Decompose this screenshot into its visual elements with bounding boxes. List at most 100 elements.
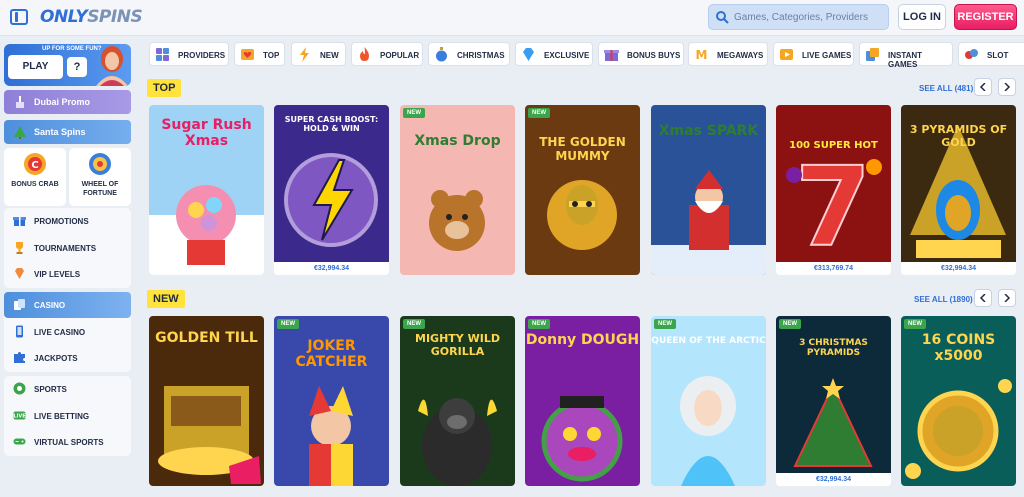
category-megaways[interactable]: M MEGAWAYS <box>688 42 768 66</box>
svg-text:LIVE: LIVE <box>13 414 26 420</box>
gift-icon <box>13 217 26 226</box>
category-label: CHRISTMAS <box>457 51 505 60</box>
category-label: EXCLUSIVE <box>544 51 590 60</box>
top-header: ONLYSPINS Games, Categories, Providers L… <box>0 0 1024 36</box>
game-card-16-coins[interactable]: NEW 16 COINS x5000 <box>901 316 1016 486</box>
sidebar-item-virtual-sports[interactable]: VIRTUAL SPORTS <box>4 429 131 455</box>
sidebar-item-sports[interactable]: SPORTS <box>4 376 131 402</box>
puzzle-icon <box>14 352 25 363</box>
sidebar-item-live-casino[interactable]: LIVE CASINO <box>4 319 131 345</box>
sidebar-item-label: Santa Spins <box>34 127 86 137</box>
sidebar-item-jackpots[interactable]: JACKPOTS <box>4 345 131 371</box>
providers-icon <box>156 48 169 61</box>
login-button[interactable]: LOG IN <box>898 4 946 30</box>
game-title: 16 COINS x5000 <box>921 332 996 364</box>
play-button[interactable]: PLAY <box>8 55 63 79</box>
new-badge: NEW <box>403 319 425 329</box>
new-badge: NEW <box>654 319 676 329</box>
game-title: MIGHTY WILD GORILLA <box>415 332 500 358</box>
sidebar-item-promotions[interactable]: PROMOTIONS <box>4 208 131 234</box>
game-title: Xmas SPARK <box>658 123 759 139</box>
new-next-button[interactable] <box>998 289 1016 307</box>
game-title: 3 CHRISTMAS PYRAMIDS <box>799 338 868 358</box>
top-prev-button[interactable] <box>974 78 992 96</box>
category-label: PROVIDERS <box>178 51 226 60</box>
register-button[interactable]: REGISTER <box>954 4 1017 30</box>
megaways-icon: M <box>696 48 708 62</box>
category-exclusive[interactable]: EXCLUSIVE <box>515 42 593 66</box>
sidebar-item-label: CASINO <box>34 301 66 310</box>
dubai-icon <box>16 96 24 108</box>
game-card-100-super-hot[interactable]: 7 100 SUPER HOT €313,769.74 <box>776 105 891 275</box>
new-badge: NEW <box>904 319 926 329</box>
tree-icon <box>14 126 26 139</box>
game-art <box>400 105 515 275</box>
tile-bonus-crab[interactable]: C BONUS CRAB <box>4 148 66 206</box>
category-nav: PROVIDERS TOP NEW POPULAR CHRISTMAS EXCL… <box>145 42 1024 68</box>
sidebar-item-live-betting[interactable]: LIVE LIVE BETTING <box>4 403 131 429</box>
chevron-left-icon <box>979 294 986 302</box>
svg-text:C: C <box>31 160 38 171</box>
category-instant-games[interactable]: INSTANT GAMES <box>859 42 953 68</box>
game-card-3-christmas-pyramids[interactable]: NEW 3 CHRISTMAS PYRAMIDS €32,994.34 <box>776 316 891 486</box>
game-card-mighty-wild-gorilla[interactable]: NEW MIGHTY WILD GORILLA <box>400 316 515 486</box>
game-card-golden-till[interactable]: GOLDEN TILL <box>149 316 264 486</box>
bolt-icon <box>300 47 309 62</box>
jackpot-amount: €32,994.34 <box>274 262 389 275</box>
game-card-xmas-drop[interactable]: NEW Xmas Drop <box>400 105 515 275</box>
game-card-sugar-rush-xmas[interactable]: Sugar Rush Xmas <box>149 105 264 275</box>
top-next-button[interactable] <box>998 78 1016 96</box>
search-input[interactable]: Games, Categories, Providers <box>708 4 889 30</box>
category-new[interactable]: NEW <box>291 42 346 66</box>
game-card-golden-mummy[interactable]: NEW THE GOLDEN MUMMY <box>525 105 640 275</box>
sidebar-item-tournaments[interactable]: TOURNAMENTS <box>4 235 131 261</box>
gem-icon <box>523 48 534 61</box>
category-bonus-buys[interactable]: BONUS BUYS <box>598 42 684 66</box>
game-card-super-cash-boost[interactable]: SUPER CASH BOOST: HOLD & WIN €32,994.34 <box>274 105 389 275</box>
new-prev-button[interactable] <box>974 289 992 307</box>
see-all-top-link[interactable]: SEE ALL (481) <box>919 84 973 93</box>
sidebar-item-label: LIVE BETTING <box>34 412 90 421</box>
sidebar-item-vip-levels[interactable]: VIP LEVELS <box>4 261 131 287</box>
logo[interactable]: ONLYSPINS <box>40 7 143 27</box>
promo-card[interactable]: UP FOR SOME FUN? PLAY ? <box>4 44 131 86</box>
category-top[interactable]: TOP <box>234 42 285 66</box>
sidebar-item-santa-spins[interactable]: Santa Spins <box>4 120 131 144</box>
search-placeholder: Games, Categories, Providers <box>734 12 868 23</box>
sidebar-item-label: JACKPOTS <box>34 354 78 363</box>
game-card-xmas-spark[interactable]: Xmas SPARK <box>651 105 766 275</box>
help-button[interactable]: ? <box>67 57 87 77</box>
game-title: GOLDEN TILL <box>155 330 258 346</box>
ball-icon <box>13 382 26 395</box>
svg-text:M: M <box>696 48 708 62</box>
game-title: Sugar Rush Xmas <box>161 117 252 149</box>
section-title-top: TOP <box>147 79 182 97</box>
sidebar-item-label: LIVE CASINO <box>34 328 86 337</box>
sidebar-item-dubai-promo[interactable]: Dubai Promo <box>4 90 131 114</box>
ornament-icon <box>436 47 447 62</box>
sidebar-item-casino[interactable]: CASINO <box>4 292 131 318</box>
game-card-donny-dough[interactable]: NEW Donny DOUGH <box>525 316 640 486</box>
category-slot[interactable]: SLOT <box>958 42 1024 66</box>
jackpot-amount: €313,769.74 <box>776 262 891 275</box>
category-christmas[interactable]: CHRISTMAS <box>428 42 510 66</box>
category-providers[interactable]: PROVIDERS <box>149 42 229 66</box>
category-live-games[interactable]: LIVE GAMES <box>773 42 854 66</box>
game-card-3-pyramids-of-gold[interactable]: 3 PYRAMIDS OF GOLD €32,994.34 <box>901 105 1016 275</box>
see-all-new-link[interactable]: SEE ALL (1890) <box>914 295 973 304</box>
sidebar-toggle-icon[interactable] <box>10 9 28 25</box>
tile-wheel-of-fortune[interactable]: WHEEL OF FORTUNE <box>69 148 131 206</box>
game-title: QUEEN OF THE ARCTIC <box>651 336 766 346</box>
game-title: Donny DOUGH <box>525 332 640 348</box>
new-badge: NEW <box>779 319 801 329</box>
game-card-joker-catcher[interactable]: NEW JOKER CATCHER <box>274 316 389 486</box>
tile-label: BONUS CRAB <box>11 181 59 188</box>
jackpot-amount: €32,994.34 <box>901 262 1016 275</box>
trophy-icon <box>16 242 23 254</box>
jackpot-amount: €32,994.34 <box>776 473 891 486</box>
new-badge: NEW <box>403 108 425 118</box>
game-card-queen-of-the-arctic[interactable]: NEW QUEEN OF THE ARCTIC <box>651 316 766 486</box>
category-label: BONUS BUYS <box>627 51 681 60</box>
category-popular[interactable]: POPULAR <box>351 42 423 66</box>
diamond-icon <box>15 268 24 279</box>
